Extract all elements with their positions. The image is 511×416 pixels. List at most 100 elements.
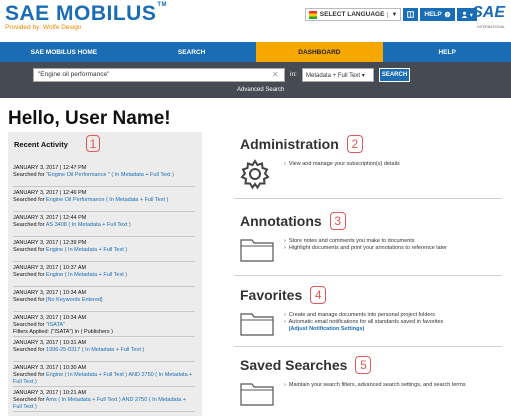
- divider: [234, 346, 502, 347]
- activity-date: JANUARY 3, 2017 | 12:46 PM: [13, 190, 87, 196]
- logo-tm: TM: [157, 2, 168, 8]
- activity-description: Searched for Ams ( In Metadata + Full Te…: [13, 397, 195, 410]
- activity-date: JANUARY 3, 2017 | 10:37 AM: [13, 265, 87, 271]
- help-menu-button[interactable]: HELP ?: [420, 8, 455, 21]
- step-badge-3: 3: [329, 212, 346, 230]
- saved-searches-line-1: Maintain your search filters, advanced s…: [288, 382, 466, 388]
- top-header: SAE MOBILUSTM Provided by: Wolfe Design …: [0, 0, 511, 42]
- header-controls: SELECT LANGUAGE ▼ HELP ? ▾: [304, 8, 477, 21]
- recent-activity-title: Recent Activity: [14, 140, 68, 149]
- administration-line-1: View and manage your subscription(s) det…: [288, 161, 400, 167]
- list-item: › Store notes and comments you make to d…: [284, 238, 415, 244]
- activity-query-link[interactable]: Engine ( In Metadata + Full Text ): [46, 272, 127, 278]
- activity-description: Filters Applied: ("ISATA") in ( Publishe…: [13, 329, 195, 336]
- provided-by-text: Provided by: Wolfe Design: [5, 24, 82, 31]
- nav-help[interactable]: HELP: [383, 42, 511, 62]
- sae-mobilus-logo[interactable]: SAE MOBILUSTM: [5, 2, 167, 26]
- select-language-dropdown[interactable]: SELECT LANGUAGE ▼: [304, 8, 402, 21]
- step-badge-1: 1: [86, 135, 100, 152]
- list-item[interactable]: JANUARY 3, 2017 | 12:46 PM Searched for E…: [13, 187, 195, 212]
- annotations-title[interactable]: Annotations: [240, 213, 322, 229]
- folder-icon: [240, 239, 274, 262]
- search-scope-select[interactable]: Metadata + Full Text ▾: [302, 68, 374, 82]
- chevron-down-icon: ▾: [361, 73, 365, 79]
- list-item: › Maintain your search filters, advanced…: [284, 382, 466, 388]
- search-button[interactable]: SEARCH: [379, 68, 410, 82]
- list-item[interactable]: JANUARY 3, 2017 | 10:34 AM Searched for "…: [13, 312, 195, 337]
- activity-date: JANUARY 3, 2017 | 10:21 AM: [13, 390, 87, 396]
- activity-date: JANUARY 3, 2017 | 12:39 PM: [13, 240, 87, 246]
- annotations-section: Annotations 3 › Store notes and comments …: [240, 212, 500, 262]
- help-label: HELP: [424, 11, 442, 18]
- advanced-search-link[interactable]: Advanced Search: [237, 87, 284, 93]
- activity-date: JANUARY 3, 2017 | 10:30 AM: [13, 365, 87, 371]
- saved-searches-lines: › Maintain your search filters, advanced…: [284, 382, 494, 389]
- activity-description: Searched for Engine ( In Metadata + Full…: [13, 247, 195, 254]
- activity-prefix: Filters Applied: ("ISATA") in ( Publishe…: [13, 328, 113, 335]
- sae-international-sub: INTERNATIONAL: [477, 25, 505, 29]
- list-item[interactable]: JANUARY 3, 2017 | 12:47 PM Searched for "…: [13, 162, 195, 187]
- page-title: Hello, User Name!: [8, 108, 171, 129]
- activity-description: Searched for Engine ( In Metadata + Full…: [13, 372, 195, 385]
- clear-search-icon[interactable]: ✕: [272, 70, 279, 79]
- activity-list: JANUARY 3, 2017 | 12:47 PM Searched for "…: [13, 162, 195, 412]
- activity-date: JANUARY 3, 2017 | 10:31 AM: [13, 340, 87, 346]
- nav-dashboard[interactable]: DASHBOARD: [255, 42, 384, 62]
- divider: [234, 198, 502, 199]
- activity-date: JANUARY 3, 2017 | 12:44 PM: [13, 215, 87, 221]
- folder-icon: [240, 383, 274, 406]
- search-scope-value: Metadata + Full Text: [306, 73, 361, 79]
- folder-icon: [240, 313, 274, 336]
- nav-search[interactable]: SEARCH: [128, 42, 256, 62]
- list-item[interactable]: JANUARY 3, 2017 | 10:30 AM Searched for E…: [13, 362, 195, 387]
- activity-query-link[interactable]: Engine ( In Metadata + Full Text ): [46, 247, 127, 253]
- administration-title[interactable]: Administration: [240, 136, 339, 152]
- activity-query-link[interactable]: "ISATA": [46, 322, 65, 328]
- saved-searches-section: Saved Searches 5 › Maintain your search f…: [240, 356, 500, 406]
- activity-date: JANUARY 3, 2017 | 10:34 AM: [13, 315, 87, 321]
- step-badge-5: 5: [355, 356, 372, 374]
- help-button[interactable]: [403, 8, 419, 21]
- favorites-section: Favorites 4 › Create and manage documents…: [240, 286, 500, 336]
- step-badge-4: 4: [310, 286, 327, 304]
- search-input[interactable]: "Engine oil performance": [33, 68, 285, 82]
- activity-prefix: Searched for: [13, 297, 47, 303]
- chevron-down-icon: ▼: [387, 11, 397, 18]
- activity-prefix: Searched for: [13, 247, 47, 253]
- adjust-notification-settings-link[interactable]: (Adjust Notification Settings): [289, 326, 365, 332]
- administration-section: Administration 2 › View and manage your s…: [240, 135, 500, 189]
- list-item: › View and manage your subscription(s) d…: [284, 161, 400, 167]
- list-item[interactable]: JANUARY 3, 2017 | 10:21 AM Searched for A…: [13, 387, 195, 412]
- activity-query-link[interactable]: AS 3408 ( In Metadata + Full Text ): [46, 222, 131, 228]
- list-item[interactable]: JANUARY 3, 2017 | 10:37 AM Searched for E…: [13, 262, 195, 287]
- activity-query-link[interactable]: "Engine Oil Performance " ( In Metadata …: [46, 172, 174, 178]
- activity-description: Searched for 1996-25-0317 ( In Metadata …: [13, 347, 195, 354]
- list-item[interactable]: JANUARY 3, 2017 | 12:44 PM Searched for A…: [13, 212, 195, 237]
- saved-searches-title[interactable]: Saved Searches: [240, 357, 347, 373]
- activity-description: Searched for Engine ( In Metadata + Full…: [13, 272, 195, 279]
- annotations-line-1: Store notes and comments you make to doc…: [288, 238, 415, 244]
- select-language-label: SELECT LANGUAGE: [319, 11, 385, 18]
- list-item[interactable]: JANUARY 3, 2017 | 12:39 PM Searched for E…: [13, 237, 195, 262]
- language-flag-icon: [308, 10, 317, 19]
- nav-home[interactable]: SAE MOBILUS HOME: [0, 42, 128, 62]
- favorites-line-1: Create and manage documents into persona…: [288, 312, 436, 318]
- list-item: › Highlight documents and print your ann…: [284, 245, 447, 251]
- list-item[interactable]: JANUARY 3, 2017 | 10:34 AM Searched for […: [13, 287, 195, 312]
- activity-description: Searched for Engine Oil Performance ( In…: [13, 197, 195, 204]
- activity-query-link[interactable]: Engine Oil Performance ( In Metadata + F…: [46, 197, 168, 203]
- activity-query-link[interactable]: 1996-25-0317 ( In Metadata + Full Text ): [46, 347, 144, 353]
- list-item: › Automatic email notifications for all …: [284, 319, 444, 332]
- favorites-title[interactable]: Favorites: [240, 287, 302, 303]
- help-circle-icon: ?: [444, 11, 451, 18]
- activity-query-link[interactable]: [No Keywords Entered]: [46, 297, 103, 303]
- activity-prefix: Searched for: [13, 372, 47, 378]
- main-nav: SAE MOBILUS HOME SEARCH DASHBOARD HELP: [0, 42, 511, 62]
- book-icon: [407, 11, 415, 18]
- list-item[interactable]: JANUARY 3, 2017 | 10:31 AM Searched for 1…: [13, 337, 195, 362]
- administration-lines: › View and manage your subscription(s) d…: [284, 161, 494, 168]
- activity-prefix: Searched for: [13, 347, 47, 353]
- activity-description: Searched for [No Keywords Entered]: [13, 297, 195, 304]
- activity-prefix: Searched for: [13, 397, 46, 403]
- activity-prefix: Searched for: [13, 272, 47, 278]
